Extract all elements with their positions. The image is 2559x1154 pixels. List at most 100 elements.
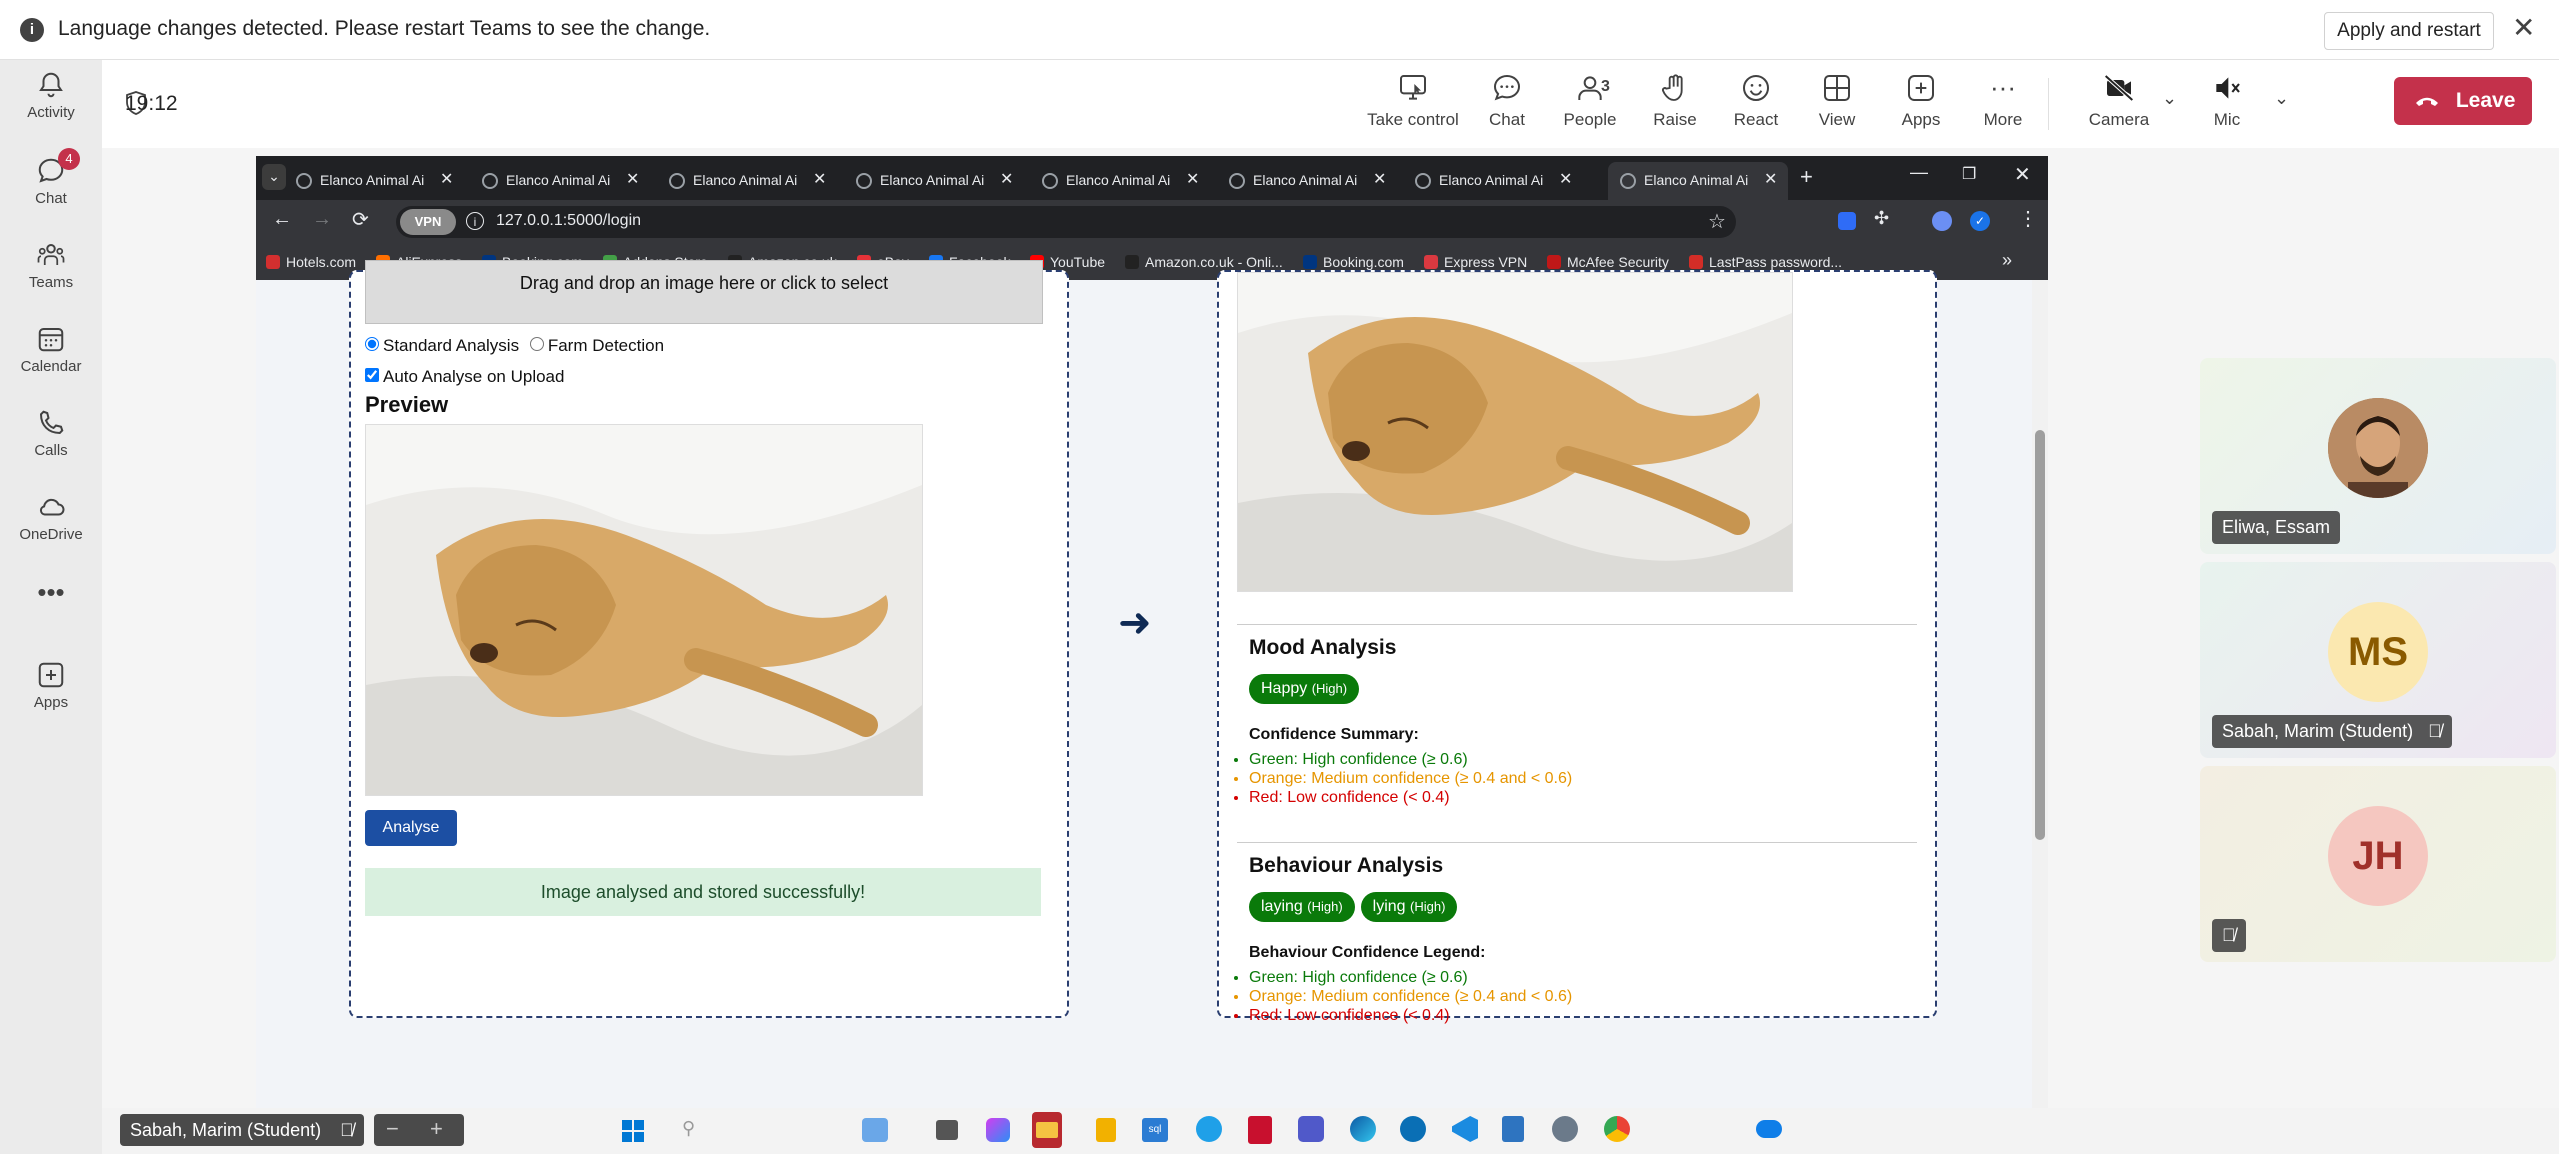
restore-icon[interactable]: ❐ [1962, 164, 1976, 184]
chrome-icon[interactable] [1604, 1116, 1630, 1142]
browser-tab[interactable]: Elanco Animal Ai ✕ [844, 162, 1024, 200]
apps-button[interactable]: Apps [1886, 72, 1956, 130]
file-explorer-active-icon[interactable] [1032, 1112, 1062, 1148]
teams-app-icon[interactable] [1298, 1116, 1324, 1142]
onedrive-icon[interactable] [1756, 1120, 1782, 1138]
bookmark-item[interactable]: Booking.com [1303, 254, 1404, 270]
mcafee-icon[interactable] [1248, 1116, 1272, 1144]
notepad-icon[interactable] [1502, 1116, 1524, 1142]
browser-tab[interactable]: Elanco Animal Ai ✕ [1403, 162, 1583, 200]
minimize-icon[interactable]: — [1910, 162, 1928, 183]
apply-and-restart-button[interactable]: Apply and restart [2324, 12, 2494, 50]
image-dropzone[interactable]: Drag and drop an image here or click to … [365, 260, 1043, 324]
close-icon[interactable]: ✕ [2512, 14, 2535, 42]
bookmark-item[interactable]: Amazon.co.uk - Onli... [1125, 254, 1283, 270]
camera-options-chevron-icon[interactable]: ⌄ [2162, 88, 2177, 109]
task-view-icon[interactable] [936, 1120, 958, 1140]
leave-button[interactable]: Leave [2394, 77, 2532, 125]
tab-close-icon[interactable]: ✕ [440, 162, 453, 198]
window-close-icon[interactable]: ✕ [2014, 162, 2031, 187]
tab-close-icon[interactable]: ✕ [1373, 162, 1386, 198]
sync-check-icon[interactable]: ✓ [1970, 211, 1990, 231]
rail-item-onedrive[interactable]: OneDrive [0, 492, 102, 543]
browser-tab[interactable]: Elanco Animal Ai ✕ [470, 162, 650, 200]
browser-tab[interactable]: Elanco Animal Ai ✕ [284, 162, 464, 200]
raise-hand-icon [1662, 74, 1683, 101]
settings-gear-icon[interactable] [1552, 1116, 1578, 1142]
rail-item-calendar[interactable]: Calendar [0, 324, 102, 375]
vscode-icon[interactable] [1452, 1116, 1478, 1142]
notes-icon[interactable] [1096, 1118, 1116, 1142]
vpn-badge[interactable]: VPN [400, 209, 456, 235]
profile-avatar[interactable] [1932, 211, 1952, 231]
mic-button[interactable]: Mic [2192, 72, 2262, 130]
widgets-icon[interactable] [862, 1118, 888, 1142]
more-button[interactable]: ··· More [1968, 72, 2038, 130]
bookmark-item[interactable]: McAfee Security [1547, 254, 1669, 270]
search-icon[interactable]: ⚲ [682, 1118, 695, 1139]
sleeping-dog-illustration [366, 425, 922, 795]
take-control-button[interactable]: Take control [1360, 72, 1466, 130]
tab-search-chevron-icon[interactable]: ⌄ [262, 164, 286, 190]
zoom-in-icon[interactable]: + [430, 1114, 443, 1144]
camera-button[interactable]: Camera [2074, 72, 2164, 130]
participant-tile[interactable]: MS Sabah, Marim (Student) 🎙̸ [2200, 562, 2556, 758]
extension-icon[interactable] [1838, 212, 1856, 230]
new-tab-icon[interactable]: + [1800, 164, 1813, 190]
chat-button[interactable]: Chat [1472, 72, 1542, 130]
analyse-button[interactable]: Analyse [365, 810, 457, 846]
zoom-out-icon[interactable]: − [386, 1114, 399, 1144]
forward-icon[interactable]: → [312, 208, 332, 231]
scrollbar-thumb[interactable] [2035, 430, 2045, 840]
mysql-workbench-icon[interactable]: sql [1142, 1118, 1168, 1142]
participant-tile[interactable]: JH 🎙̸ [2200, 766, 2556, 962]
bookmark-item[interactable]: Hotels.com [266, 254, 356, 270]
behaviour-chips: laying (High) lying (High) [1249, 892, 1463, 922]
standard-analysis-radio[interactable] [365, 337, 379, 351]
browser-app-icon[interactable] [1196, 1116, 1222, 1142]
browser-menu-icon[interactable]: ⋮ [2018, 206, 2038, 231]
edge-dev-icon[interactable] [1400, 1116, 1426, 1142]
tab-close-icon[interactable]: ✕ [626, 162, 639, 198]
browser-tab[interactable]: Elanco Animal Ai ✕ [1217, 162, 1397, 200]
tab-close-icon[interactable]: ✕ [1764, 162, 1777, 198]
tab-close-icon[interactable]: ✕ [1000, 162, 1013, 198]
browser-tab-active[interactable]: Elanco Animal Ai ✕ [1608, 162, 1788, 200]
tab-close-icon[interactable]: ✕ [813, 162, 826, 198]
participant-name: Eliwa, Essam [2212, 511, 2341, 544]
tab-close-icon[interactable]: ✕ [1559, 162, 1572, 198]
windows-start-icon[interactable] [622, 1120, 644, 1142]
rail-item-apps[interactable]: Apps [0, 660, 102, 711]
participant-tile[interactable]: Eliwa, Essam [2200, 358, 2556, 554]
puzzle-extensions-icon[interactable]: ✣ [1874, 208, 1889, 229]
browser-tab[interactable]: Elanco Animal Ai ✕ [1030, 162, 1210, 200]
reload-icon[interactable]: ⟳ [352, 207, 369, 232]
shared-screen: ⌄ Elanco Animal Ai ✕ Elanco Animal Ai ✕ El… [256, 156, 2048, 1108]
rail-item-calls[interactable]: Calls [0, 408, 102, 459]
bookmark-item[interactable]: Express VPN [1424, 254, 1527, 270]
behaviour-analysis-heading: Behaviour Analysis [1249, 854, 1444, 877]
farm-detection-radio[interactable] [529, 337, 544, 351]
auto-analyse-checkbox[interactable] [365, 368, 379, 382]
rail-item-activity[interactable]: Activity [0, 70, 102, 121]
rail-item-teams[interactable]: Teams [0, 240, 102, 291]
tab-close-icon[interactable]: ✕ [1186, 162, 1199, 198]
react-button[interactable]: React [1718, 72, 1794, 130]
people-button[interactable]: 3 People [1550, 72, 1630, 130]
copilot-icon[interactable] [986, 1118, 1010, 1142]
more-dots-icon[interactable]: ••• [0, 579, 102, 605]
view-button[interactable]: View [1802, 72, 1872, 130]
edge-icon[interactable] [1350, 1116, 1376, 1142]
bookmarks-overflow-icon[interactable]: » [2002, 250, 2012, 271]
bookmark-item[interactable]: LastPass password... [1689, 254, 1842, 270]
raise-hand-button[interactable]: Raise [1637, 72, 1713, 130]
browser-tab[interactable]: Elanco Animal Ai ✕ [657, 162, 837, 200]
back-icon[interactable]: ← [272, 208, 292, 231]
url-text[interactable]: 127.0.0.1:5000/login [496, 212, 641, 230]
page-scrollbar[interactable] [2032, 280, 2048, 1108]
rail-item-chat[interactable]: 4 Chat [0, 148, 102, 207]
bookmark-star-icon[interactable]: ☆ [1708, 209, 1726, 234]
mic-options-chevron-icon[interactable]: ⌄ [2274, 88, 2289, 109]
site-info-icon[interactable]: i [466, 212, 484, 230]
omnibox[interactable]: VPN i 127.0.0.1:5000/login ☆ [396, 206, 1736, 238]
